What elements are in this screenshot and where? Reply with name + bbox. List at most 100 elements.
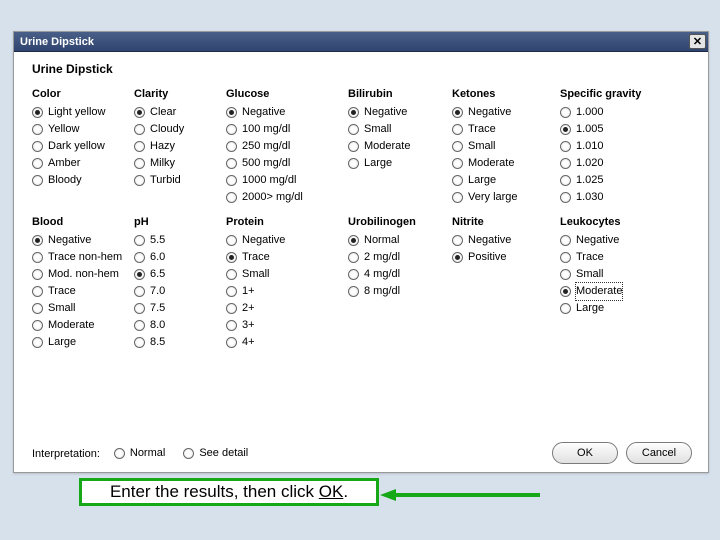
radio-option[interactable]: Clear (134, 104, 226, 121)
radio-option[interactable]: 1.010 (560, 138, 680, 155)
radio-option[interactable]: 5.5 (134, 232, 226, 249)
radio-option[interactable]: Small (32, 300, 134, 317)
radio-option[interactable]: 8 mg/dl (348, 283, 452, 300)
radio-icon (348, 252, 359, 263)
radio-icon (134, 337, 145, 348)
radio-icon (560, 124, 571, 135)
radio-option[interactable]: Large (452, 172, 560, 189)
radio-label: 1000 mg/dl (242, 172, 296, 189)
radio-option[interactable]: Mod. non-hem (32, 266, 134, 283)
radio-label: 1.025 (576, 172, 604, 189)
radio-option[interactable]: 4+ (226, 334, 348, 351)
radio-label: Cloudy (150, 121, 184, 138)
radio-label: 3+ (242, 317, 255, 334)
radio-option[interactable]: Negative (348, 104, 452, 121)
radio-option[interactable]: Amber (32, 155, 134, 172)
radio-option[interactable]: Large (348, 155, 452, 172)
radio-option[interactable]: 7.5 (134, 300, 226, 317)
radio-option[interactable]: Dark yellow (32, 138, 134, 155)
radio-icon (226, 141, 237, 152)
radio-option[interactable]: Turbid (134, 172, 226, 189)
radio-option[interactable]: Trace (226, 249, 348, 266)
radio-option[interactable]: 4 mg/dl (348, 266, 452, 283)
radio-option[interactable]: Normal (348, 232, 452, 249)
radio-label: Negative (48, 232, 91, 249)
radio-option[interactable]: 1.025 (560, 172, 680, 189)
radio-icon (32, 124, 43, 135)
radio-icon (348, 124, 359, 135)
column-title: Protein (226, 216, 348, 228)
radio-option[interactable]: Trace (452, 121, 560, 138)
radio-option[interactable]: 6.0 (134, 249, 226, 266)
radio-option[interactable]: 1000 mg/dl (226, 172, 348, 189)
radio-option[interactable]: Small (452, 138, 560, 155)
radio-option[interactable]: Negative (452, 232, 560, 249)
radio-option[interactable]: 1.005 (560, 121, 680, 138)
radio-icon (32, 320, 43, 331)
radio-option[interactable]: Small (348, 121, 452, 138)
radio-option[interactable]: 2 mg/dl (348, 249, 452, 266)
radio-option[interactable]: Negative (560, 232, 680, 249)
radio-option[interactable]: 7.0 (134, 283, 226, 300)
form-heading: Urine Dipstick (32, 62, 692, 76)
radio-option[interactable]: Negative (226, 232, 348, 249)
radio-label: 8.0 (150, 317, 165, 334)
column-clarity: ClarityClearCloudyHazyMilkyTurbid (134, 88, 226, 206)
radio-option[interactable]: 8.0 (134, 317, 226, 334)
radio-icon (226, 320, 237, 331)
radio-option[interactable]: Large (32, 334, 134, 351)
radio-option[interactable]: 100 mg/dl (226, 121, 348, 138)
radio-option[interactable]: Moderate (348, 138, 452, 155)
ok-button[interactable]: OK (552, 442, 618, 464)
radio-option[interactable]: 6.5 (134, 266, 226, 283)
radio-option[interactable]: Yellow (32, 121, 134, 138)
radio-option[interactable]: Large (560, 300, 680, 317)
close-button[interactable]: ✕ (689, 34, 706, 49)
radio-option[interactable]: Negative (226, 104, 348, 121)
radio-option[interactable]: Trace (560, 249, 680, 266)
radio-icon (32, 107, 43, 118)
radio-icon (452, 192, 463, 203)
radio-option[interactable]: Negative (452, 104, 560, 121)
radio-option[interactable]: Positive (452, 249, 560, 266)
radio-option[interactable]: Small (226, 266, 348, 283)
radio-label: 1.020 (576, 155, 604, 172)
interpretation-option[interactable]: Normal (114, 445, 165, 462)
radio-option[interactable]: Moderate (32, 317, 134, 334)
radio-option[interactable]: 3+ (226, 317, 348, 334)
radio-option[interactable]: Milky (134, 155, 226, 172)
radio-label: 4+ (242, 334, 255, 351)
radio-option[interactable]: Hazy (134, 138, 226, 155)
radio-option[interactable]: 2+ (226, 300, 348, 317)
interpretation-option[interactable]: See detail (183, 445, 248, 462)
radio-option[interactable]: Trace (32, 283, 134, 300)
radio-label: 1.005 (576, 121, 604, 138)
radio-option[interactable]: Moderate (560, 283, 680, 300)
radio-icon (32, 158, 43, 169)
radio-icon (560, 175, 571, 186)
radio-option[interactable]: Trace non-hem (32, 249, 134, 266)
radio-option[interactable]: Cloudy (134, 121, 226, 138)
radio-option[interactable]: Moderate (452, 155, 560, 172)
radio-icon (452, 158, 463, 169)
radio-option[interactable]: 1.000 (560, 104, 680, 121)
radio-option[interactable]: 8.5 (134, 334, 226, 351)
radio-option[interactable]: 250 mg/dl (226, 138, 348, 155)
cancel-button[interactable]: Cancel (626, 442, 692, 464)
radio-label: 6.5 (150, 266, 165, 283)
radio-option[interactable]: Light yellow (32, 104, 134, 121)
radio-icon (134, 124, 145, 135)
radio-option[interactable]: Bloody (32, 172, 134, 189)
radio-option[interactable]: 1.020 (560, 155, 680, 172)
radio-icon (226, 303, 237, 314)
radio-icon (32, 303, 43, 314)
radio-option[interactable]: Small (560, 266, 680, 283)
radio-option[interactable]: 2000> mg/dl (226, 189, 348, 206)
radio-option[interactable]: 1+ (226, 283, 348, 300)
radio-option[interactable]: 1.030 (560, 189, 680, 206)
radio-option[interactable]: 500 mg/dl (226, 155, 348, 172)
radio-option[interactable]: Negative (32, 232, 134, 249)
radio-icon (560, 158, 571, 169)
radio-option[interactable]: Very large (452, 189, 560, 206)
radio-icon (348, 141, 359, 152)
